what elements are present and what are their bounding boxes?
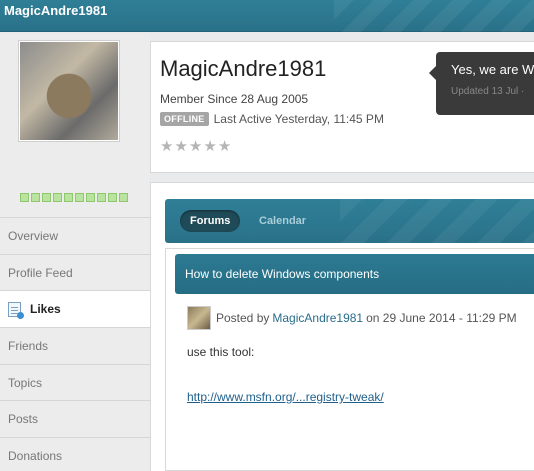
topic-header: How to delete Windows components bbox=[175, 254, 534, 294]
post-author-avatar[interactable] bbox=[187, 306, 211, 330]
star-icon[interactable]: ★ bbox=[160, 138, 173, 154]
sidebar-item-donations[interactable]: Donations bbox=[0, 437, 150, 471]
tabs-bar: Forums Calendar bbox=[165, 199, 534, 243]
profile-sidebar: Overview Profile Feed Likes Friends Topi… bbox=[0, 33, 150, 471]
top-header-bar: MagicAndre1981 bbox=[0, 0, 534, 32]
posted-by-label: Posted by bbox=[216, 311, 270, 325]
rep-pip bbox=[75, 193, 84, 202]
status-row: OFFLINE Last Active Yesterday, 11:45 PM bbox=[160, 112, 384, 126]
post-body: use this tool: bbox=[187, 345, 255, 359]
rep-pip bbox=[97, 193, 106, 202]
tab-calendar[interactable]: Calendar bbox=[249, 210, 316, 232]
status-tooltip: Yes, we are W Updated 13 Jul · bbox=[429, 52, 534, 115]
sidebar-item-label: Likes bbox=[30, 302, 61, 317]
sidebar-item-overview[interactable]: Overview bbox=[0, 217, 150, 254]
likes-icon bbox=[8, 301, 24, 319]
sidebar-item-likes[interactable]: Likes bbox=[0, 290, 150, 328]
sidebar-item-topics[interactable]: Topics bbox=[0, 363, 150, 401]
post-date: on 29 June 2014 - 11:29 PM bbox=[366, 311, 517, 325]
sidebar-item-label: Donations bbox=[8, 448, 63, 463]
tab-forums[interactable]: Forums bbox=[180, 210, 241, 232]
header-title[interactable]: MagicAndre1981 bbox=[4, 3, 107, 18]
rep-pip bbox=[86, 193, 95, 202]
reputation-pips bbox=[20, 193, 128, 202]
rep-pip bbox=[42, 193, 51, 202]
post-author-link[interactable]: MagicAndre1981 bbox=[272, 311, 363, 325]
rep-pip bbox=[20, 193, 29, 202]
sidebar-item-label: Overview bbox=[8, 228, 59, 243]
last-active: Last Active Yesterday, 11:45 PM bbox=[213, 112, 384, 126]
sidebar-item-label: Profile Feed bbox=[8, 265, 73, 280]
star-icon[interactable]: ★ bbox=[203, 138, 216, 154]
rep-pip bbox=[31, 193, 40, 202]
avatar[interactable] bbox=[18, 40, 120, 142]
sidebar-item-label: Topics bbox=[8, 375, 43, 390]
status-badge: OFFLINE bbox=[160, 112, 209, 126]
tabs-pattern bbox=[340, 199, 534, 243]
sidebar-item-profile-feed[interactable]: Profile Feed bbox=[0, 253, 150, 291]
rep-pip bbox=[108, 193, 117, 202]
star-icon[interactable]: ★ bbox=[189, 138, 202, 154]
header-pattern bbox=[334, 0, 534, 32]
rep-pip bbox=[64, 193, 73, 202]
star-icon[interactable]: ★ bbox=[218, 138, 231, 154]
sidebar-nav: Overview Profile Feed Likes Friends Topi… bbox=[0, 217, 150, 471]
member-since: Member Since 28 Aug 2005 bbox=[160, 92, 309, 106]
sidebar-item-label: Friends bbox=[8, 338, 49, 353]
rating-stars[interactable]: ★ ★ ★ ★ ★ bbox=[160, 138, 231, 154]
sidebar-item-friends[interactable]: Friends bbox=[0, 327, 150, 364]
star-icon[interactable]: ★ bbox=[174, 138, 187, 154]
topic-title[interactable]: How to delete Windows components bbox=[185, 267, 379, 281]
avatar-image bbox=[20, 42, 118, 140]
tooltip-text: Yes, we are W bbox=[451, 62, 534, 77]
tooltip-updated: Updated 13 Jul · bbox=[451, 86, 525, 97]
profile-name: MagicAndre1981 bbox=[160, 56, 327, 81]
sidebar-item-label: Posts bbox=[8, 412, 39, 427]
sidebar-item-posts[interactable]: Posts bbox=[0, 400, 150, 438]
rep-pip bbox=[119, 193, 128, 202]
post-meta: Posted by MagicAndre1981 on 29 June 2014… bbox=[187, 306, 517, 330]
post-link[interactable]: http://www.msfn.org/...registry-tweak/ bbox=[187, 390, 384, 404]
rep-pip bbox=[53, 193, 62, 202]
